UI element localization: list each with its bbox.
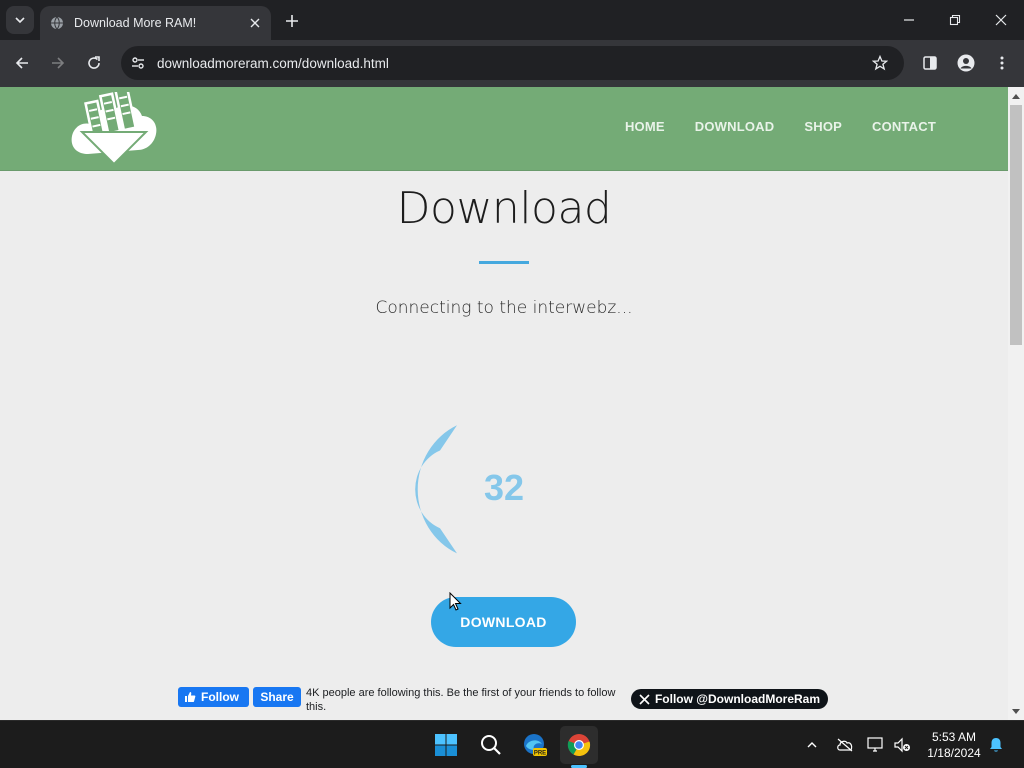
profile-icon bbox=[957, 54, 975, 72]
site-header: HOME DOWNLOAD SHOP CONTACT bbox=[0, 87, 1008, 171]
tune-icon bbox=[132, 57, 144, 69]
more-vertical-icon bbox=[1000, 56, 1004, 70]
x-logo-icon bbox=[639, 693, 650, 705]
chrome-icon bbox=[567, 734, 591, 757]
mouse-cursor-icon bbox=[449, 592, 462, 611]
address-bar[interactable]: downloadmoreram.com/download.html bbox=[121, 46, 904, 80]
search-icon bbox=[481, 735, 501, 755]
chevron-down-icon bbox=[15, 17, 25, 24]
close-icon bbox=[995, 14, 1007, 26]
svg-text:PRE: PRE bbox=[534, 751, 546, 757]
progress-value: 32 bbox=[483, 467, 525, 508]
title-divider bbox=[479, 261, 529, 264]
restore-icon bbox=[949, 14, 961, 26]
arrow-left-icon bbox=[15, 57, 28, 69]
fb-follow-label: Follow bbox=[201, 690, 239, 704]
page-viewport: HOME DOWNLOAD SHOP CONTACT Download Conn… bbox=[0, 87, 1008, 720]
bell-icon bbox=[990, 738, 1002, 752]
triangle-down-icon bbox=[1012, 708, 1020, 714]
volume-tray-button[interactable] bbox=[892, 735, 912, 755]
x-follow-label: Follow @DownloadMoreRam bbox=[654, 692, 821, 706]
status-text: Connecting to the interwebz... bbox=[375, 298, 633, 318]
profile-button[interactable] bbox=[952, 49, 980, 77]
minimize-icon bbox=[904, 19, 914, 21]
cloud-offline-icon bbox=[837, 738, 853, 752]
site-nav: HOME DOWNLOAD SHOP CONTACT bbox=[625, 119, 936, 134]
close-tab-button[interactable] bbox=[247, 15, 263, 31]
side-panel-button[interactable] bbox=[916, 49, 944, 77]
facebook-follow-button[interactable]: Follow bbox=[178, 687, 249, 707]
minimize-button[interactable] bbox=[886, 5, 932, 35]
arrow-right-icon bbox=[52, 57, 65, 69]
side-panel-icon bbox=[923, 56, 937, 70]
download-ram-logo[interactable] bbox=[68, 92, 160, 168]
tab-search-button[interactable] bbox=[6, 6, 34, 34]
reload-icon bbox=[88, 56, 100, 69]
edge-browser-icon: PRE bbox=[524, 734, 547, 757]
tab-title: Download More RAM! bbox=[74, 16, 197, 30]
browser-toolbar: downloadmoreram.com/download.html bbox=[0, 40, 1024, 87]
scrollbar-thumb[interactable] bbox=[1010, 105, 1022, 345]
plus-icon bbox=[286, 15, 298, 27]
x-follow-button[interactable]: Follow @DownloadMoreRam bbox=[631, 689, 828, 709]
notifications-button[interactable] bbox=[986, 735, 1006, 755]
forward-button[interactable] bbox=[44, 49, 72, 77]
taskbar-search-button[interactable] bbox=[472, 726, 510, 764]
network-icon bbox=[867, 737, 883, 752]
new-tab-button[interactable] bbox=[280, 9, 304, 33]
facebook-share-button[interactable]: Share bbox=[253, 687, 301, 707]
facebook-follow-text: 4K people are following this. Be the fir… bbox=[306, 687, 616, 713]
tab-strip: Download More RAM! bbox=[0, 0, 1024, 40]
close-window-button[interactable] bbox=[978, 5, 1024, 35]
globe-icon bbox=[51, 16, 63, 30]
restore-button[interactable] bbox=[932, 5, 978, 35]
site-info-button[interactable] bbox=[123, 48, 153, 78]
chevron-up-icon bbox=[807, 742, 817, 748]
edge-preview-button[interactable]: PRE bbox=[516, 726, 554, 764]
page-title: Download bbox=[396, 183, 612, 234]
vertical-scrollbar[interactable] bbox=[1008, 87, 1024, 720]
nav-shop[interactable]: SHOP bbox=[804, 119, 842, 134]
triangle-up-icon bbox=[1012, 93, 1020, 99]
reload-button[interactable] bbox=[80, 49, 108, 77]
nav-home[interactable]: HOME bbox=[625, 119, 665, 134]
browser-tab[interactable]: Download More RAM! bbox=[40, 6, 271, 40]
windows-logo-icon bbox=[435, 734, 457, 756]
thumbs-up-icon bbox=[185, 692, 196, 702]
network-tray-button[interactable] bbox=[866, 735, 886, 755]
back-button[interactable] bbox=[8, 49, 36, 77]
clock-time: 5:53 AM bbox=[931, 730, 977, 744]
show-hidden-icons-button[interactable] bbox=[802, 735, 822, 755]
clock-date: 1/18/2024 bbox=[927, 746, 981, 760]
nav-contact[interactable]: CONTACT bbox=[872, 119, 936, 134]
close-icon bbox=[250, 18, 260, 28]
system-clock[interactable]: 5:53 AM 1/18/2024 bbox=[918, 729, 990, 761]
start-button[interactable] bbox=[427, 726, 465, 764]
speaker-muted-icon bbox=[894, 737, 910, 753]
bookmark-button[interactable] bbox=[865, 48, 895, 78]
onedrive-tray-button[interactable] bbox=[835, 735, 855, 755]
scroll-down-button[interactable] bbox=[1008, 703, 1024, 720]
windows-taskbar: PRE 5:53 AM 1/18/2024 bbox=[0, 720, 1024, 768]
star-icon bbox=[872, 55, 888, 71]
url-text[interactable]: downloadmoreram.com/download.html bbox=[157, 56, 865, 71]
nav-download[interactable]: DOWNLOAD bbox=[695, 119, 775, 134]
chrome-taskbar-button[interactable] bbox=[560, 726, 598, 764]
menu-button[interactable] bbox=[988, 49, 1016, 77]
scroll-up-button[interactable] bbox=[1008, 87, 1024, 104]
